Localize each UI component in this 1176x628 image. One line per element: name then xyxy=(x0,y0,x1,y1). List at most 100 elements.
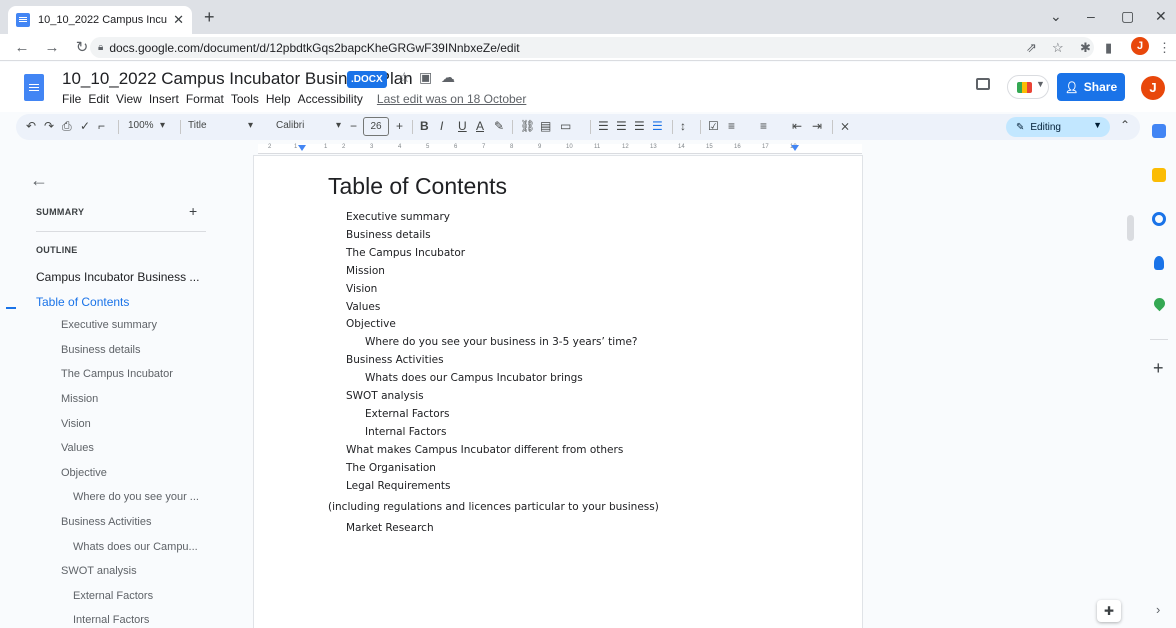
italic-button[interactable]: I xyxy=(440,119,443,133)
move-folder-icon[interactable]: ▣ xyxy=(419,69,432,86)
toc-entry[interactable]: Values xyxy=(346,301,380,313)
outline-item[interactable]: Table of Contents xyxy=(36,295,129,309)
toc-entry[interactable]: Executive summary xyxy=(346,211,450,223)
left-indent-marker[interactable] xyxy=(298,145,306,151)
outline-item[interactable]: External Factors xyxy=(73,590,153,602)
outline-item[interactable]: Business details xyxy=(61,344,141,356)
calendar-icon[interactable] xyxy=(1152,124,1166,138)
menu-insert[interactable]: Insert xyxy=(149,92,179,106)
maximize-button[interactable]: ▢ xyxy=(1121,8,1134,25)
highlight-icon[interactable]: ✎ xyxy=(494,119,504,133)
page-heading[interactable]: Table of Contents xyxy=(328,173,507,200)
toc-entry[interactable]: What makes Campus Incubator different fr… xyxy=(346,444,623,456)
ruler[interactable]: 2 1 1 2 3 4 5 6 7 8 9 10 11 12 13 14 15 16 17 18 xyxy=(258,144,862,154)
add-ons-plus-icon[interactable]: + xyxy=(1153,358,1164,379)
toc-entry[interactable]: External Factors xyxy=(365,408,450,420)
clear-formatting-icon[interactable]: ⨯ xyxy=(840,119,850,133)
menu-accessibility[interactable]: Accessibility xyxy=(298,92,363,106)
menu-file[interactable]: File xyxy=(62,92,81,106)
line-spacing-icon[interactable]: ↕ xyxy=(680,119,686,133)
outline-item[interactable]: Internal Factors xyxy=(73,614,149,626)
chevron-down-icon[interactable]: ▾ xyxy=(160,120,165,131)
new-tab-button[interactable]: + xyxy=(204,7,215,28)
browser-profile-avatar[interactable]: J xyxy=(1131,37,1149,55)
insert-image-icon[interactable]: ▭ xyxy=(560,119,571,133)
toc-entry[interactable]: SWOT analysis xyxy=(346,390,424,402)
underline-button[interactable]: U xyxy=(458,119,467,133)
font-select[interactable]: Calibri xyxy=(276,120,304,131)
maps-icon[interactable] xyxy=(1151,295,1168,312)
browser-tab[interactable]: 10_10_2022 Campus Incubator B ✕ xyxy=(8,6,192,34)
contacts-icon[interactable] xyxy=(1154,256,1164,270)
zoom-select[interactable]: 100% xyxy=(128,120,154,131)
chevron-down-icon[interactable]: ▾ xyxy=(336,120,341,131)
bold-button[interactable]: B xyxy=(420,119,429,133)
editing-mode-select[interactable]: ✎ Editing ▼ xyxy=(1006,117,1110,137)
align-right-icon[interactable]: ☰ xyxy=(634,119,645,133)
toc-entry[interactable]: Business Activities xyxy=(346,354,444,366)
toc-entry[interactable]: The Organisation xyxy=(346,462,436,474)
share-button[interactable]: 👤︎ Share xyxy=(1057,73,1125,101)
outline-item[interactable]: Business Activities xyxy=(61,516,151,528)
style-select[interactable]: Title xyxy=(188,120,207,131)
outline-item[interactable]: Where do you see your ... xyxy=(73,491,199,503)
toc-entry[interactable]: Vision xyxy=(346,283,377,295)
outline-item[interactable]: Executive summary xyxy=(61,319,157,331)
comment-history-icon[interactable] xyxy=(976,78,990,90)
add-comment-icon[interactable]: ▤ xyxy=(540,119,551,133)
toc-entry[interactable]: Mission xyxy=(346,265,385,277)
menu-edit[interactable]: Edit xyxy=(88,92,109,106)
paint-format-icon[interactable]: ⌐ xyxy=(98,119,105,133)
toc-entry[interactable]: Internal Factors xyxy=(365,426,446,438)
keep-icon[interactable] xyxy=(1152,168,1166,182)
tab-close-icon[interactable]: ✕ xyxy=(173,12,184,28)
outline-item[interactable]: The Campus Incubator xyxy=(61,368,173,380)
outline-item[interactable]: Mission xyxy=(61,393,98,405)
menu-tools[interactable]: Tools xyxy=(231,92,259,106)
increase-indent-icon[interactable]: ⇥ xyxy=(812,119,822,133)
outline-item[interactable]: Campus Incubator Business ... xyxy=(36,270,199,284)
checklist-icon[interactable]: ☑ xyxy=(708,119,719,133)
minimize-button[interactable]: – xyxy=(1087,8,1095,24)
outline-item[interactable]: Whats does our Campu... xyxy=(73,541,198,553)
chevron-right-icon[interactable]: › xyxy=(1156,602,1160,617)
redo-icon[interactable]: ↷ xyxy=(44,119,54,133)
menu-view[interactable]: View xyxy=(116,92,142,106)
numbered-list-icon[interactable]: ≡ xyxy=(760,119,767,133)
back-icon[interactable]: ← xyxy=(14,39,30,56)
bulleted-list-icon[interactable]: ≡ xyxy=(728,119,735,133)
undo-icon[interactable]: ↶ xyxy=(26,119,36,133)
close-window-button[interactable]: ✕ xyxy=(1155,8,1167,25)
align-center-icon[interactable]: ☰ xyxy=(616,119,627,133)
text-color-button[interactable]: A xyxy=(476,119,484,133)
align-left-icon[interactable]: ☰ xyxy=(598,119,609,133)
outline-item[interactable]: SWOT analysis xyxy=(61,565,137,577)
reload-icon[interactable]: ↻ xyxy=(74,38,90,56)
increase-font-size-button[interactable]: + xyxy=(396,119,403,133)
url-bar[interactable]: 🔒︎ docs.google.com/document/d/12pbdtkGqs… xyxy=(90,37,1094,58)
print-icon[interactable]: ⎙ xyxy=(62,119,72,134)
docs-logo-icon[interactable] xyxy=(24,74,44,101)
chevron-down-icon[interactable]: ▾ xyxy=(248,120,253,131)
right-indent-marker[interactable] xyxy=(791,145,799,151)
share-page-icon[interactable]: ⇗ xyxy=(1026,40,1037,56)
document-page[interactable]: Table of Contents Executive summary Busin… xyxy=(254,156,862,628)
toc-entry[interactable]: Legal Requirements xyxy=(346,480,450,492)
toc-entry[interactable]: Whats does our Campus Incubator brings xyxy=(365,372,583,384)
side-panel-icon[interactable]: ▮ xyxy=(1105,40,1112,56)
tasks-icon[interactable] xyxy=(1152,212,1166,226)
bookmark-star-icon[interactable]: ☆ xyxy=(1052,40,1064,56)
decrease-font-size-button[interactable]: − xyxy=(350,119,357,133)
toc-entry[interactable]: Objective xyxy=(346,318,396,330)
close-outline-icon[interactable]: ← xyxy=(30,170,48,191)
tab-search-icon[interactable]: ⌄ xyxy=(1050,8,1062,25)
add-summary-button[interactable]: + xyxy=(189,203,197,219)
scrollbar-thumb[interactable] xyxy=(1127,215,1134,241)
chevron-up-icon[interactable]: ⌃ xyxy=(1120,118,1130,132)
menu-format[interactable]: Format xyxy=(186,92,224,106)
account-avatar[interactable]: J xyxy=(1141,76,1165,100)
cloud-status-icon[interactable]: ☁ xyxy=(441,69,455,86)
decrease-indent-icon[interactable]: ⇤ xyxy=(792,119,802,133)
toc-entry[interactable]: (including regulations and licences part… xyxy=(328,501,659,513)
forward-icon[interactable]: → xyxy=(44,39,60,56)
